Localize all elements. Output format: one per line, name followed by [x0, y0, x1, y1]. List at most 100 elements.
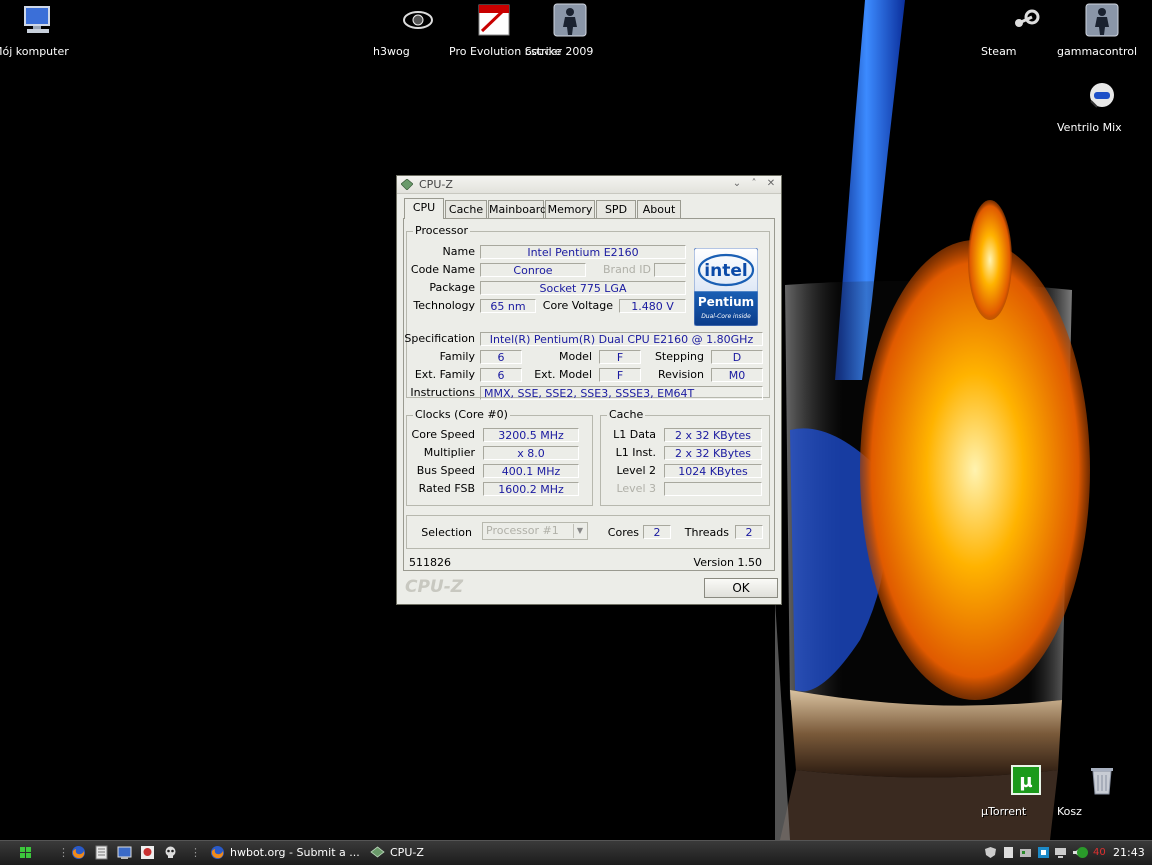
technology-label: Technology	[413, 299, 475, 312]
clocks-group-title: Clocks (Core #0)	[413, 408, 510, 421]
skull-icon[interactable]	[163, 845, 178, 860]
task-label-cpuz: CPU-Z	[390, 846, 424, 859]
rated-fsb-label: Rated FSB	[418, 482, 475, 495]
package-label: Package	[429, 281, 475, 294]
family-value: 6	[480, 350, 522, 364]
cpuz-window[interactable]: CPU-Z ⌄ ˄ ✕ CPU Cache Mainboard Memory S…	[396, 175, 782, 605]
multiplier-value: x 8.0	[483, 446, 579, 460]
threads-label: Threads	[684, 526, 729, 539]
tab-memory[interactable]: Memory	[545, 200, 595, 218]
cores-label: Cores	[607, 526, 639, 539]
start-menu-icon[interactable]	[18, 845, 33, 860]
steam-icon	[1015, 9, 1040, 27]
selection-label: Selection	[421, 526, 472, 539]
specification-label: Specification	[404, 332, 475, 345]
pentium-logo-text: Pentium	[698, 295, 754, 309]
bus-speed-label: Bus Speed	[416, 464, 475, 477]
pes-icon	[478, 4, 510, 36]
drive-icon[interactable]	[1019, 846, 1032, 859]
model-label: Model	[558, 350, 592, 363]
codename-label: Code Name	[410, 263, 475, 276]
document-icon[interactable]	[1002, 846, 1015, 859]
cpu-tab-panel: Processor Name Intel Pentium E2160 Code …	[403, 218, 775, 571]
svg-text:µ: µ	[1019, 771, 1032, 792]
window-title: CPU-Z	[419, 178, 453, 191]
taskbar-clock[interactable]: 21:43	[1113, 845, 1145, 861]
multiplier-label: Multiplier	[423, 446, 475, 459]
processor-select[interactable]: Processor #1 ▼	[482, 522, 588, 540]
tab-cache[interactable]: Cache	[445, 200, 487, 218]
ok-button[interactable]: OK	[704, 578, 778, 598]
tab-mainboard[interactable]: Mainboard	[488, 200, 547, 218]
selection-group: Selection Cores 2 Threads 2	[406, 515, 770, 549]
stepping-label: Stepping	[654, 350, 704, 363]
desktop-icon-gammacontrol[interactable]: gammacontrol	[1057, 3, 1147, 58]
notepad-icon[interactable]	[94, 845, 109, 860]
specification-value: Intel(R) Pentium(R) Dual CPU E2160 @ 1.8…	[480, 332, 763, 346]
firefox-icon[interactable]	[71, 845, 86, 860]
tray-counter: 40	[1093, 847, 1106, 858]
network-icon[interactable]	[1037, 846, 1050, 859]
rated-fsb-value: 1600.2 MHz	[483, 482, 579, 496]
cpuz-app-icon	[370, 846, 385, 858]
window-titlebar[interactable]: CPU-Z ⌄ ˄ ✕	[397, 176, 781, 194]
headset-icon	[1090, 83, 1114, 108]
level3-label: Level 3	[616, 482, 656, 495]
maximize-icon[interactable]: ˄	[747, 177, 761, 191]
clocks-group: Clocks (Core #0) Core Speed 3200.5 MHz M…	[406, 408, 593, 506]
taskbar-grip-icon: ⋮	[58, 846, 69, 859]
taskbar: ⋮ ⋮ hwbot.org - Submit a ... CPU-Z 40 21…	[0, 840, 1152, 865]
ext-family-label: Ext. Family	[414, 368, 475, 381]
brandid-label: Brand ID	[603, 263, 651, 276]
minimize-icon[interactable]: ⌄	[730, 177, 744, 191]
taskbar-grip-icon: ⋮	[190, 846, 201, 859]
tab-about[interactable]: About	[637, 200, 681, 218]
level2-value: 1024 KBytes	[664, 464, 762, 478]
ext-model-value: F	[599, 368, 641, 382]
core-voltage-value: 1.480 V	[619, 299, 686, 313]
desktop-icon-recycle-bin[interactable]: Kosz	[1057, 763, 1147, 818]
l1-inst-label: L1 Inst.	[615, 446, 656, 459]
ventrilo-tray-icon[interactable]	[1076, 846, 1089, 859]
processor-group-title: Processor	[413, 224, 470, 237]
model-value: F	[599, 350, 641, 364]
bus-speed-value: 400.1 MHz	[483, 464, 579, 478]
revision-label: Revision	[658, 368, 704, 381]
chevron-down-icon[interactable]: ▼	[573, 524, 586, 538]
l1-inst-value: 2 x 32 KBytes	[664, 446, 762, 460]
l1-data-value: 2 x 32 KBytes	[664, 428, 762, 442]
computer-icon	[24, 6, 50, 33]
cpuz-id-text: 511826	[409, 556, 451, 569]
processor-select-value: Processor #1	[486, 524, 559, 537]
counter-strike-icon	[1085, 3, 1119, 37]
technology-value: 65 nm	[480, 299, 536, 313]
l1-data-label: L1 Data	[613, 428, 656, 441]
desktop-icon-my-computer[interactable]: Mój komputer	[0, 3, 83, 58]
eye-icon	[403, 11, 433, 29]
task-label-firefox: hwbot.org - Submit a ...	[230, 846, 360, 859]
level3-value	[664, 482, 762, 496]
version-text: Version 1.50	[693, 556, 762, 569]
core-voltage-label: Core Voltage	[542, 299, 613, 312]
recycle-bin-icon	[1091, 768, 1113, 795]
tab-cpu[interactable]: CPU	[404, 198, 444, 219]
stepping-value: D	[711, 350, 763, 364]
shield-icon[interactable]	[984, 846, 997, 859]
intel-logo-text: intel	[704, 261, 747, 281]
close-icon[interactable]: ✕	[764, 177, 778, 191]
show-desktop-icon[interactable]	[117, 845, 132, 860]
brandid-value	[654, 263, 686, 277]
cores-value: 2	[643, 525, 671, 539]
dual-core-logo-text: Dual-Core inside	[701, 313, 751, 320]
skull-app-icon[interactable]	[140, 845, 155, 860]
level2-label: Level 2	[616, 464, 656, 477]
desktop-icon-cstrike[interactable]: cstrike	[525, 3, 615, 58]
core-speed-value: 3200.5 MHz	[483, 428, 579, 442]
threads-value: 2	[735, 525, 763, 539]
firefox-icon	[211, 846, 224, 859]
codename-value: Conroe	[480, 263, 586, 277]
tab-spd[interactable]: SPD	[596, 200, 636, 218]
ext-model-label: Ext. Model	[534, 368, 592, 381]
monitor-icon[interactable]	[1054, 846, 1067, 859]
desktop-icon-ventrilo-mix[interactable]: Ventrilo Mix	[1057, 79, 1147, 134]
